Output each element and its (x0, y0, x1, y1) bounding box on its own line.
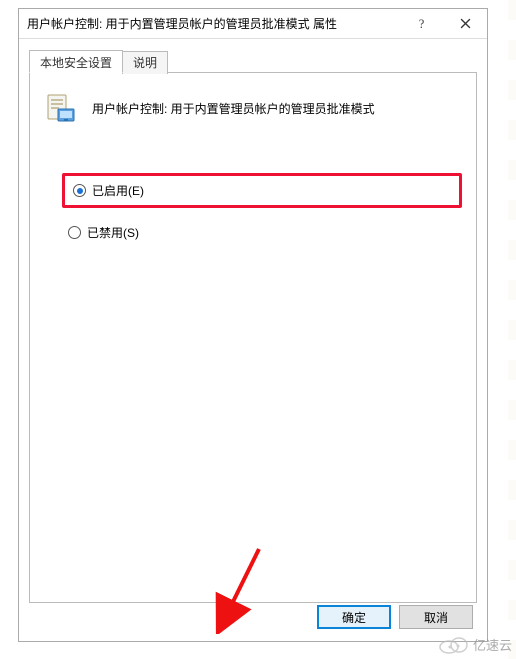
help-button[interactable]: ? (399, 9, 443, 38)
tabstrip: 本地安全设置 说明 (29, 49, 477, 73)
policy-header: 用户帐户控制: 用于内置管理员帐户的管理员批准模式 (44, 91, 462, 125)
watermark: 亿速云 (437, 633, 512, 655)
tab-panel: 用户帐户控制: 用于内置管理员帐户的管理员批准模式 已启用(E) 已禁用(S) (29, 73, 477, 603)
watermark-text: 亿速云 (473, 635, 512, 654)
radio-enabled-label: 已启用(E) (92, 182, 144, 199)
close-icon (460, 18, 471, 29)
tab-local-security[interactable]: 本地安全设置 (29, 50, 123, 73)
background-edge (508, 0, 516, 659)
titlebar-text: 用户帐户控制: 用于内置管理员帐户的管理员批准模式 属性 (27, 15, 399, 32)
tab-explain[interactable]: 说明 (122, 51, 168, 74)
svg-text:?: ? (418, 18, 423, 29)
radio-group: 已启用(E) 已禁用(S) (62, 173, 462, 245)
cancel-button[interactable]: 取消 (399, 605, 473, 629)
client-area: 本地安全设置 说明 用户帐户控制: 用于内置管理员帐户的管理员批准模式 (19, 39, 487, 641)
button-row: 确定 取消 (317, 605, 473, 629)
cloud-icon (437, 633, 469, 655)
radio-enabled[interactable]: 已启用(E) (62, 173, 462, 208)
radio-disabled[interactable]: 已禁用(S) (62, 220, 462, 245)
titlebar: 用户帐户控制: 用于内置管理员帐户的管理员批准模式 属性 ? (19, 9, 487, 39)
policy-title: 用户帐户控制: 用于内置管理员帐户的管理员批准模式 (92, 100, 375, 117)
radio-disabled-label: 已禁用(S) (87, 224, 139, 241)
properties-dialog: 用户帐户控制: 用于内置管理员帐户的管理员批准模式 属性 ? 本地安全设置 说明 (18, 8, 488, 642)
close-button[interactable] (443, 9, 487, 38)
ok-button[interactable]: 确定 (317, 605, 391, 629)
radio-enabled-indicator (73, 184, 86, 197)
policy-icon (44, 91, 78, 125)
radio-disabled-indicator (68, 226, 81, 239)
help-icon: ? (416, 18, 427, 29)
